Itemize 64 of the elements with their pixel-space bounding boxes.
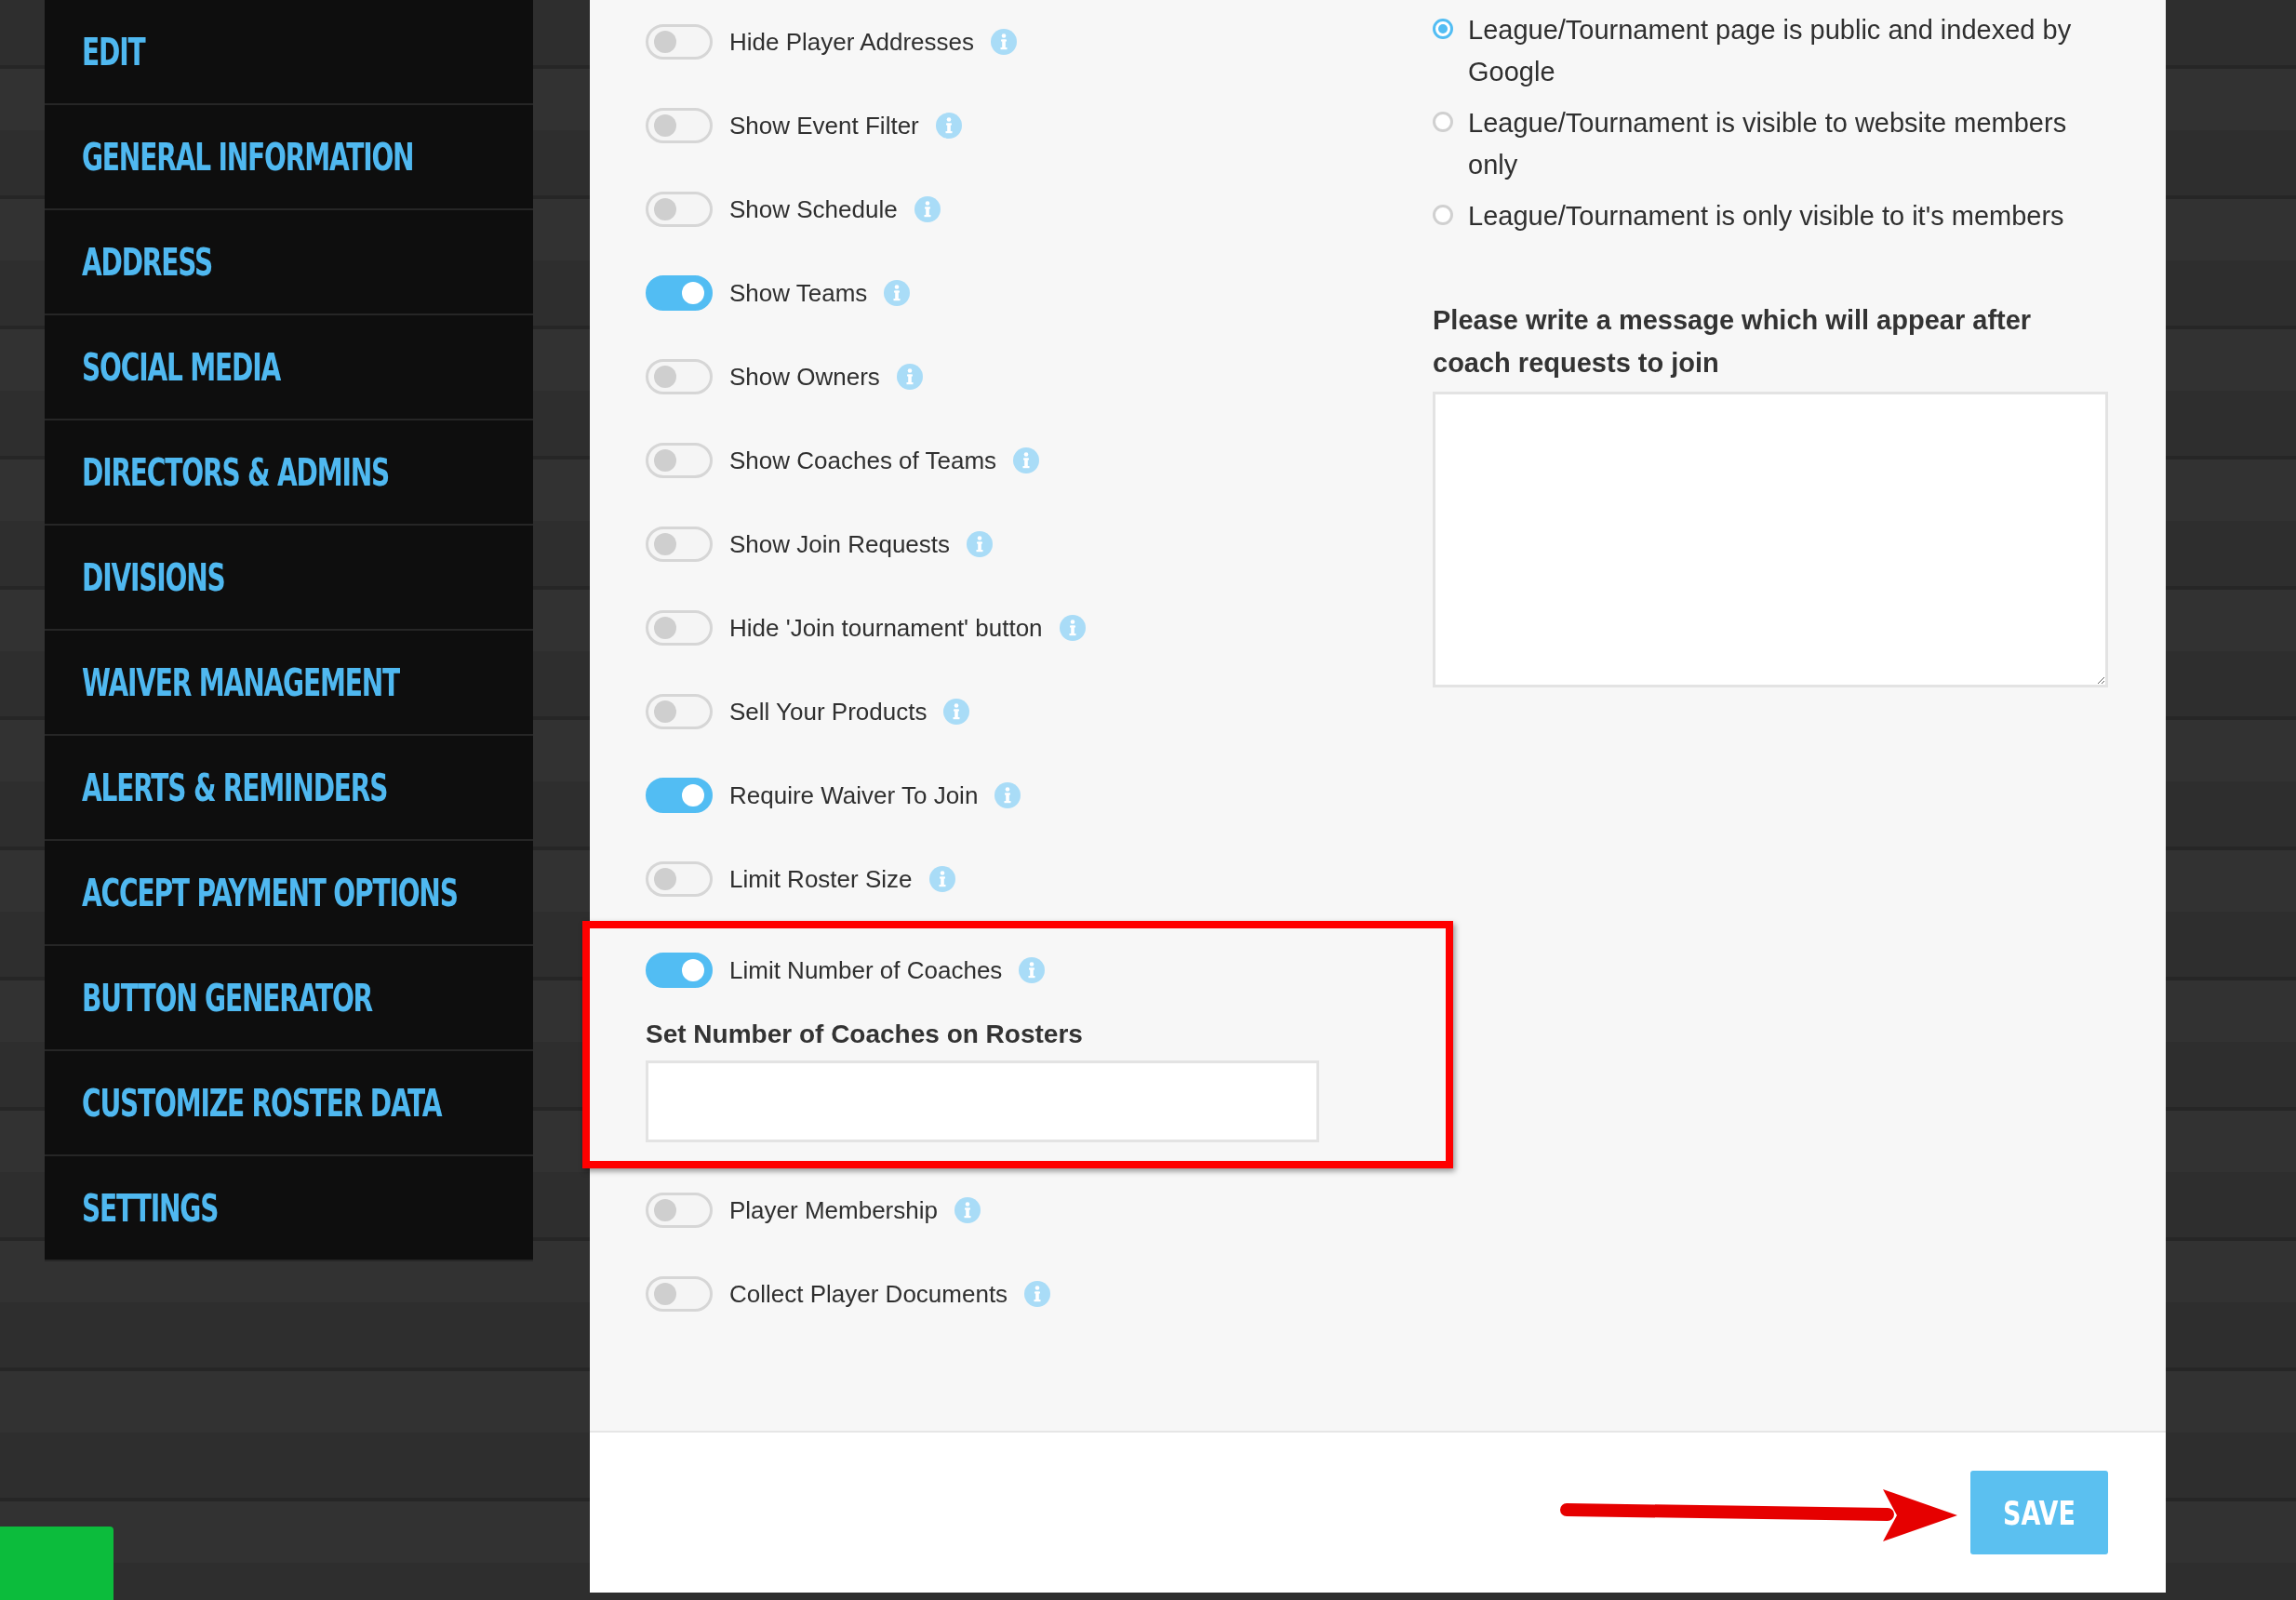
- toggle-switch[interactable]: [646, 24, 713, 60]
- info-icon[interactable]: [943, 699, 970, 725]
- radio-label: League/Tournament is only visible to it's members: [1468, 200, 2064, 233]
- toggle-switch[interactable]: [646, 1276, 713, 1312]
- toggle-label: Show Event Filter: [729, 111, 919, 140]
- sidebar-item[interactable]: DIRECTORS & ADMINS: [45, 420, 533, 526]
- toggle-switch[interactable]: [646, 192, 713, 227]
- info-icon[interactable]: [1024, 1281, 1051, 1307]
- toggle-switch[interactable]: [646, 778, 713, 813]
- info-icon[interactable]: [1059, 615, 1086, 641]
- toggle-switch[interactable]: [646, 610, 713, 646]
- radio-label: League/Tournament page is public and indexed by Google: [1468, 14, 2073, 88]
- sidebar-item[interactable]: WAIVER MANAGEMENT: [45, 631, 533, 736]
- toggle-label: Show Owners: [729, 362, 880, 392]
- toggle-label: Limit Roster Size: [729, 864, 913, 894]
- toggle-label: Require Waiver To Join: [729, 780, 979, 810]
- sidebar-item[interactable]: ALERTS & REMINDERS: [45, 736, 533, 841]
- info-icon[interactable]: [928, 866, 955, 892]
- info-icon[interactable]: [896, 364, 923, 390]
- sidebar-item[interactable]: GENERAL INFORMATION: [45, 105, 533, 210]
- sidebar-item[interactable]: SOCIAL MEDIA: [45, 315, 533, 420]
- toggle-label: Show Schedule: [729, 194, 898, 224]
- sidebar-item[interactable]: ACCEPT PAYMENT OPTIONS: [45, 841, 533, 946]
- sidebar-item[interactable]: ADDRESS: [45, 210, 533, 315]
- toggle-switch[interactable]: [646, 275, 713, 311]
- toggle-switch[interactable]: [646, 694, 713, 729]
- info-icon[interactable]: [991, 29, 1018, 55]
- sidebar-item[interactable]: BUTTON GENERATOR: [45, 946, 533, 1051]
- toggle-switch[interactable]: [646, 443, 713, 478]
- info-icon[interactable]: [1019, 957, 1046, 983]
- info-icon[interactable]: [884, 280, 911, 306]
- toggle-label: Show Coaches of Teams: [729, 446, 997, 475]
- toggle-switch[interactable]: [646, 861, 713, 897]
- input-field[interactable]: [646, 1060, 1319, 1142]
- info-icon[interactable]: [954, 1197, 981, 1223]
- toggle-label: Limit Number of Coaches: [729, 955, 1003, 985]
- info-icon[interactable]: [914, 196, 941, 222]
- info-icon[interactable]: [994, 782, 1021, 808]
- message-textarea[interactable]: [1433, 392, 2108, 687]
- toggle-label: Hide Player Addresses: [729, 27, 975, 57]
- toggle-label: Hide 'Join tournament' button: [729, 613, 1043, 643]
- toggle-label: Collect Player Documents: [729, 1279, 1008, 1309]
- radio-button[interactable]: [1433, 19, 1453, 39]
- sidebar-item[interactable]: CUSTOMIZE ROSTER DATA: [45, 1051, 533, 1156]
- sidebar-item[interactable]: SETTINGS: [45, 1156, 533, 1261]
- info-icon[interactable]: [1013, 447, 1040, 473]
- sidebar-item[interactable]: DIVISIONS: [45, 526, 533, 631]
- toggle-switch[interactable]: [646, 1193, 713, 1228]
- sidebar-item[interactable]: EDIT: [45, 0, 533, 105]
- toggle-switch[interactable]: [646, 108, 713, 143]
- radio-label: League/Tournament is visible to website members only: [1468, 107, 2068, 181]
- radio-button[interactable]: [1433, 205, 1453, 225]
- toggle-switch[interactable]: [646, 527, 713, 562]
- field-label: Set Number of Coaches on Rosters: [646, 1020, 1084, 1049]
- toggle-label: Show Teams: [729, 278, 868, 308]
- radio-button[interactable]: [1433, 112, 1453, 132]
- toggle-label: Player Membership: [729, 1195, 938, 1225]
- info-icon[interactable]: [935, 113, 962, 139]
- toggle-switch[interactable]: [646, 359, 713, 394]
- toggle-switch[interactable]: [646, 953, 713, 988]
- info-icon[interactable]: [967, 531, 994, 557]
- toggle-label: Show Join Requests: [729, 529, 951, 559]
- toggle-label: Sell Your Products: [729, 697, 928, 727]
- field-label: Please write a message which will appear after coach requests to join: [1433, 304, 2033, 380]
